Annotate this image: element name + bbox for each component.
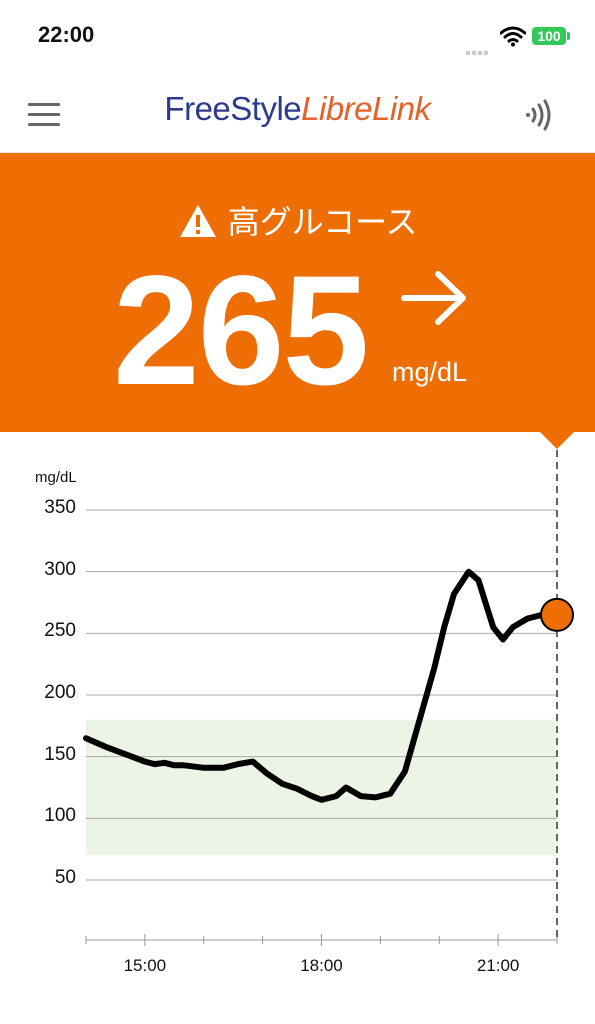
banner-pointer (539, 431, 575, 449)
battery-indicator: 100 (532, 27, 566, 45)
y-tick-label: 150 (44, 743, 76, 765)
glucose-chart: mg/dL 350 300 250 200 150 100 50 15:00 18:00 21:… (0, 450, 595, 1024)
cellular-signal-icon (466, 40, 492, 55)
chart-canvas (83, 450, 574, 946)
x-tick-label: 15:00 (123, 956, 167, 975)
battery-tip (567, 32, 570, 40)
y-tick-label: 300 (44, 558, 76, 580)
y-tick-label: 50 (54, 867, 76, 888)
x-tick-label: 18:00 (300, 956, 343, 975)
wifi-icon (500, 26, 526, 47)
glucose-value: 265 (113, 244, 369, 418)
glucose-unit: mg/dL (392, 357, 468, 387)
y-tick-label: 200 (44, 682, 76, 703)
trend-arrow-right-icon (401, 271, 466, 325)
current-reading-marker (540, 597, 574, 632)
alert-row: 高グルコース (0, 197, 595, 243)
brand-freestyle: FreeStyle (164, 90, 302, 127)
brand-logo: FreeStyleLibreLink (0, 90, 595, 128)
brand-librelink: LibreLink (301, 90, 431, 127)
glucose-banner: 高グルコース 265 mg/dL (0, 153, 595, 432)
status-time: 22:00 (38, 22, 95, 47)
warning-triangle-icon (179, 205, 216, 237)
app-header: FreeStyleLibreLink (0, 72, 595, 153)
y-axis-unit: mg/dL (35, 469, 77, 486)
y-tick-label: 100 (44, 805, 76, 827)
target-range-band (86, 719, 557, 856)
nfc-scan-icon[interactable] (522, 97, 558, 133)
y-tick-label: 250 (44, 620, 76, 642)
x-tick-label: 21:00 (476, 956, 520, 975)
alert-label: 高グルコース (227, 203, 418, 241)
y-tick-label: 350 (44, 497, 76, 518)
status-bar: 22:00 100 (0, 0, 595, 72)
